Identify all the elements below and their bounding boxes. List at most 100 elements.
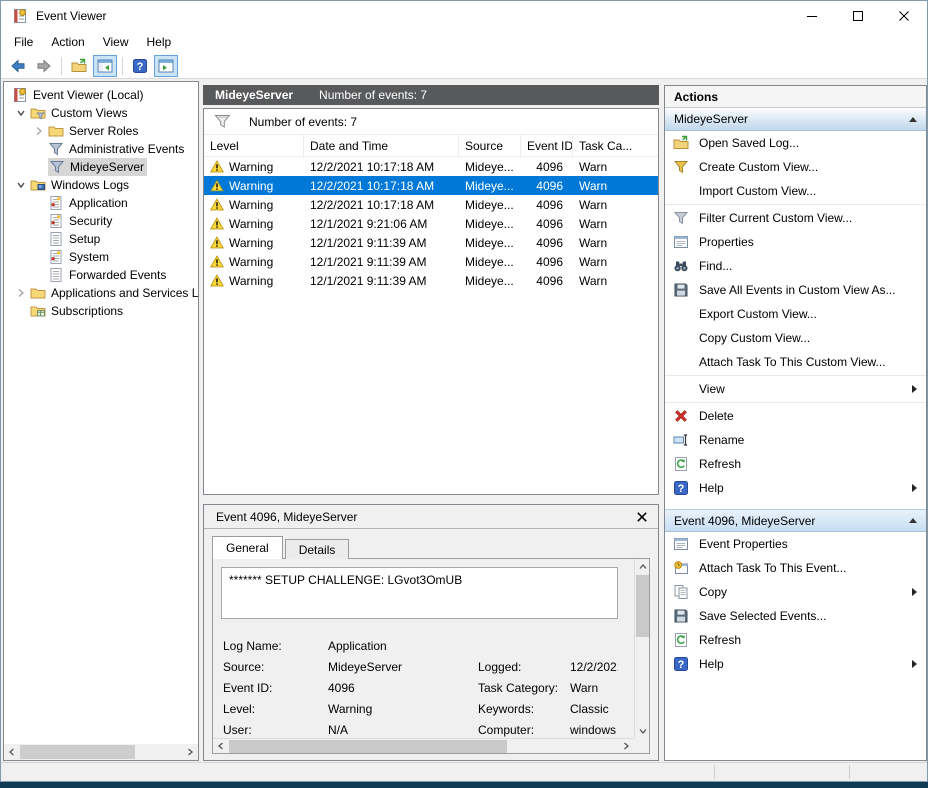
- actions-pane-title: Actions: [665, 86, 926, 108]
- action-pane-toggle-button[interactable]: [154, 55, 178, 77]
- actions-section-mideyeserver-header[interactable]: MideyeServer: [665, 108, 926, 131]
- maximize-button[interactable]: [835, 1, 881, 31]
- collapse-arrow-icon[interactable]: [909, 518, 917, 523]
- event-message[interactable]: ******* SETUP CHALLENGE: LGvot3OmUB: [221, 567, 618, 619]
- warning-icon: [210, 160, 224, 173]
- action-delete[interactable]: Delete: [665, 404, 926, 428]
- tree-item-subscriptions[interactable]: Subscriptions: [4, 302, 198, 320]
- tree-item-security[interactable]: Security: [4, 212, 198, 230]
- action-refresh-event[interactable]: Refresh: [665, 628, 926, 652]
- chevron-right-icon[interactable]: [12, 288, 30, 298]
- action-properties[interactable]: Properties: [665, 230, 926, 254]
- scroll-left-icon[interactable]: [213, 738, 229, 754]
- action-attach-task-to-event[interactable]: Attach Task To This Event...: [665, 556, 926, 580]
- scrollbar-thumb[interactable]: [636, 575, 649, 637]
- table-row[interactable]: Warning 12/1/2021 9:21:06 AM Mideye... 4…: [204, 214, 658, 233]
- scrollbar-thumb[interactable]: [20, 745, 135, 759]
- tree-item-setup[interactable]: Setup: [4, 230, 198, 248]
- console-tree-toggle-button[interactable]: [93, 55, 117, 77]
- action-view[interactable]: View: [665, 377, 926, 401]
- attach-task-icon: [673, 560, 690, 576]
- action-copy-custom-view[interactable]: Copy Custom View...: [665, 326, 926, 350]
- action-filter-current-custom-view[interactable]: Filter Current Custom View...: [665, 206, 926, 230]
- table-row[interactable]: Warning 12/1/2021 9:11:39 AM Mideye... 4…: [204, 271, 658, 290]
- menu-file[interactable]: File: [5, 31, 42, 53]
- filter-icon: [48, 141, 64, 157]
- tree-item-applications-and-services[interactable]: Applications and Services Lo: [4, 284, 198, 302]
- tree-item-server-roles[interactable]: Server Roles: [4, 122, 198, 140]
- action-help-event[interactable]: ? Help: [665, 652, 926, 676]
- tree-item-application[interactable]: Application: [4, 194, 198, 212]
- find-binoculars-icon: [673, 258, 690, 274]
- tree-horizontal-scrollbar[interactable]: [4, 744, 198, 760]
- tree-item-custom-views[interactable]: Custom Views: [4, 104, 198, 122]
- scroll-left-icon[interactable]: [4, 744, 20, 760]
- tree-item-mideyeserver[interactable]: MideyeServer: [4, 158, 198, 176]
- action-rename[interactable]: Rename: [665, 428, 926, 452]
- scroll-down-icon[interactable]: [635, 723, 650, 738]
- table-row[interactable]: Warning 12/2/2021 10:17:18 AM Mideye... …: [204, 195, 658, 214]
- copy-icon: [673, 584, 690, 600]
- details-vertical-scrollbar[interactable]: [634, 559, 649, 738]
- chevron-down-icon[interactable]: [12, 108, 30, 118]
- back-button[interactable]: [6, 55, 30, 77]
- action-save-all-events[interactable]: Save All Events in Custom View As...: [665, 278, 926, 302]
- collapse-arrow-icon[interactable]: [909, 117, 917, 122]
- minimize-button[interactable]: [789, 1, 835, 31]
- details-horizontal-scrollbar[interactable]: [213, 738, 634, 753]
- column-header-date[interactable]: Date and Time: [304, 135, 459, 157]
- tree-item-windows-logs[interactable]: Windows Logs: [4, 176, 198, 194]
- keywords-label: Keywords:: [478, 702, 570, 716]
- event-id-value: 4096: [328, 681, 478, 695]
- actions-pane: Actions MideyeServer Open Saved Log... C…: [664, 85, 927, 761]
- tab-details[interactable]: Details: [285, 539, 350, 559]
- action-event-properties[interactable]: Event Properties: [665, 532, 926, 556]
- column-header-level[interactable]: Level: [204, 135, 304, 157]
- scroll-right-icon[interactable]: [182, 744, 198, 760]
- action-copy[interactable]: Copy: [665, 580, 926, 604]
- tab-general[interactable]: General: [212, 536, 283, 559]
- chevron-down-icon[interactable]: [12, 180, 30, 190]
- tree-item-system[interactable]: System: [4, 248, 198, 266]
- filter-summary-row: Number of events: 7: [204, 109, 658, 135]
- svg-text:?: ?: [678, 483, 685, 495]
- action-open-saved-log[interactable]: Open Saved Log...: [665, 131, 926, 155]
- logged-value: 12/2/2021: [570, 660, 618, 674]
- tree-item-event-viewer-local[interactable]: Event Viewer (Local): [4, 86, 198, 104]
- tree-item-administrative-events[interactable]: Administrative Events: [4, 140, 198, 158]
- action-export-custom-view[interactable]: Export Custom View...: [665, 302, 926, 326]
- column-header-source[interactable]: Source: [459, 135, 521, 157]
- column-header-event-id[interactable]: Event ID: [521, 135, 573, 157]
- scrollbar-thumb[interactable]: [229, 740, 507, 753]
- help-button[interactable]: ?: [128, 55, 152, 77]
- menu-help[interactable]: Help: [138, 31, 181, 53]
- tree-item-label: System: [69, 250, 109, 264]
- forward-button[interactable]: [32, 55, 56, 77]
- tree-item-label: Administrative Events: [69, 142, 184, 156]
- table-row[interactable]: Warning 12/2/2021 10:17:18 AM Mideye... …: [204, 157, 658, 176]
- tree-item-forwarded-events[interactable]: Forwarded Events: [4, 266, 198, 284]
- menu-view[interactable]: View: [94, 31, 138, 53]
- table-row[interactable]: Warning 12/1/2021 9:11:39 AM Mideye... 4…: [204, 252, 658, 271]
- action-help[interactable]: ? Help: [665, 476, 926, 500]
- details-close-button[interactable]: [634, 509, 650, 525]
- event-fields: Log Name: Application Source: MideyeServ…: [223, 635, 618, 740]
- action-import-custom-view[interactable]: Import Custom View...: [665, 179, 926, 203]
- action-refresh[interactable]: Refresh: [665, 452, 926, 476]
- open-saved-log-button[interactable]: [67, 55, 91, 77]
- column-header-task-category[interactable]: Task Ca...: [573, 135, 658, 157]
- action-create-custom-view[interactable]: Create Custom View...: [665, 155, 926, 179]
- actions-section-event-header[interactable]: Event 4096, MideyeServer: [665, 509, 926, 532]
- scroll-right-icon[interactable]: [618, 738, 634, 754]
- menu-action[interactable]: Action: [42, 31, 93, 53]
- table-row[interactable]: Warning 12/1/2021 9:11:39 AM Mideye... 4…: [204, 233, 658, 252]
- action-attach-task-custom-view[interactable]: Attach Task To This Custom View...: [665, 350, 926, 374]
- action-save-selected-events[interactable]: Save Selected Events...: [665, 604, 926, 628]
- close-button[interactable]: [881, 1, 927, 31]
- scroll-up-icon[interactable]: [635, 559, 650, 574]
- chevron-right-icon[interactable]: [30, 126, 48, 136]
- action-find[interactable]: Find...: [665, 254, 926, 278]
- log-icon: [48, 267, 64, 283]
- separator: [665, 204, 926, 205]
- table-row-selected[interactable]: Warning 12/2/2021 10:17:18 AM Mideye... …: [204, 176, 658, 195]
